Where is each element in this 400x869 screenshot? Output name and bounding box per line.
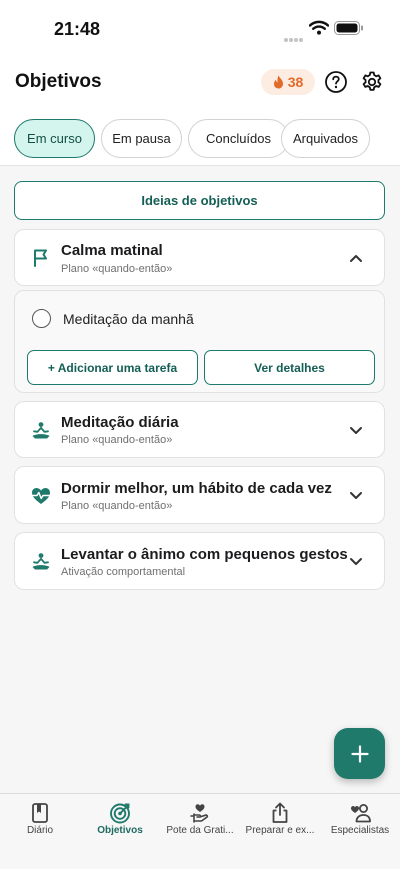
goal-title: Calma matinal — [61, 242, 163, 259]
goal-title: Meditação diária — [61, 414, 179, 431]
goal-card-meditacao-diaria[interactable]: Meditação diária Plano «quando-então» — [14, 401, 385, 458]
target-icon — [110, 803, 130, 824]
share-icon — [272, 802, 288, 823]
nav-item-preparar[interactable]: Preparar e ex... — [240, 794, 320, 850]
status-tabs: Em curso Em pausa Concluídos Arquivados — [14, 119, 400, 159]
goal-card-dormir-melhor[interactable]: Dormir melhor, um hábito de cada vez Pla… — [14, 466, 385, 524]
goal-subtitle: Plano «quando-então» — [61, 263, 173, 275]
chevron-down-icon[interactable] — [349, 491, 363, 501]
nav-label: Especialistas — [330, 825, 390, 836]
chevron-down-icon[interactable] — [349, 557, 363, 567]
meditation-icon — [32, 553, 50, 570]
tab-concluidos[interactable]: Concluídos — [188, 119, 289, 158]
nav-label: Preparar e ex... — [245, 825, 315, 836]
help-icon[interactable] — [324, 70, 348, 94]
task-label: Meditação da manhã — [63, 311, 194, 327]
goal-title: Dormir melhor, um hábito de cada vez — [61, 480, 332, 497]
nav-label: Diário — [26, 825, 54, 836]
tab-em-curso[interactable]: Em curso — [14, 119, 95, 158]
goal-subtitle: Ativação comportamental — [61, 566, 186, 578]
nav-item-pote-gratidao[interactable]: Pote da Grati... — [160, 794, 240, 850]
task-checkbox[interactable] — [32, 309, 51, 328]
meditation-icon — [32, 422, 50, 439]
flame-icon — [273, 75, 283, 89]
nav-label: Pote da Grati... — [166, 825, 234, 836]
wifi-icon — [309, 20, 329, 35]
nav-item-objetivos[interactable]: Objetivos — [80, 794, 160, 850]
view-details-button[interactable]: Ver detalhes — [204, 350, 375, 385]
plus-icon — [350, 744, 369, 763]
goal-card-levantar-animo[interactable]: Levantar o ânimo com pequenos gestos Ati… — [14, 532, 385, 590]
nav-item-especialistas[interactable]: Especialistas — [320, 794, 400, 850]
status-time: 21:48 — [54, 19, 101, 39]
add-goal-button[interactable] — [334, 728, 385, 779]
flag-icon — [34, 249, 47, 267]
goal-card-calma-matinal[interactable]: Calma matinal Plano «quando-então» — [14, 229, 385, 286]
gratitude-jar-icon — [190, 804, 209, 823]
heartbeat-icon — [32, 488, 50, 504]
goal-subtitle: Plano «quando-então» — [61, 500, 173, 512]
tab-em-pausa[interactable]: Em pausa — [101, 119, 182, 158]
specialists-icon — [351, 804, 371, 823]
bottom-navigation: Diário Objetivos Pote da Grati... Prepar… — [0, 793, 400, 869]
status-bar: 21:48 — [0, 0, 400, 58]
goal-ideas-button[interactable]: Ideias de objetivos — [14, 181, 385, 220]
goal-title: Levantar o ânimo com pequenos gestos — [61, 546, 348, 563]
book-icon — [32, 803, 48, 823]
streak-count: 38 — [287, 74, 304, 90]
cellular-signal-icon — [284, 29, 306, 42]
streak-badge[interactable]: 38 — [261, 69, 315, 95]
nav-label: Objetivos — [97, 825, 143, 836]
page-title: Objetivos — [15, 71, 102, 92]
battery-icon — [334, 21, 363, 35]
chevron-up-icon[interactable] — [349, 253, 363, 263]
goal-subtitle: Plano «quando-então» — [61, 434, 173, 446]
goal-expanded-panel: Meditação da manhã + Adicionar uma taref… — [14, 290, 385, 393]
chevron-down-icon[interactable] — [349, 426, 363, 436]
settings-gear-icon[interactable] — [360, 70, 384, 94]
add-task-button[interactable]: + Adicionar uma tarefa — [27, 350, 198, 385]
tab-arquivados[interactable]: Arquivados — [281, 119, 370, 158]
nav-item-diario[interactable]: Diário — [0, 794, 80, 850]
